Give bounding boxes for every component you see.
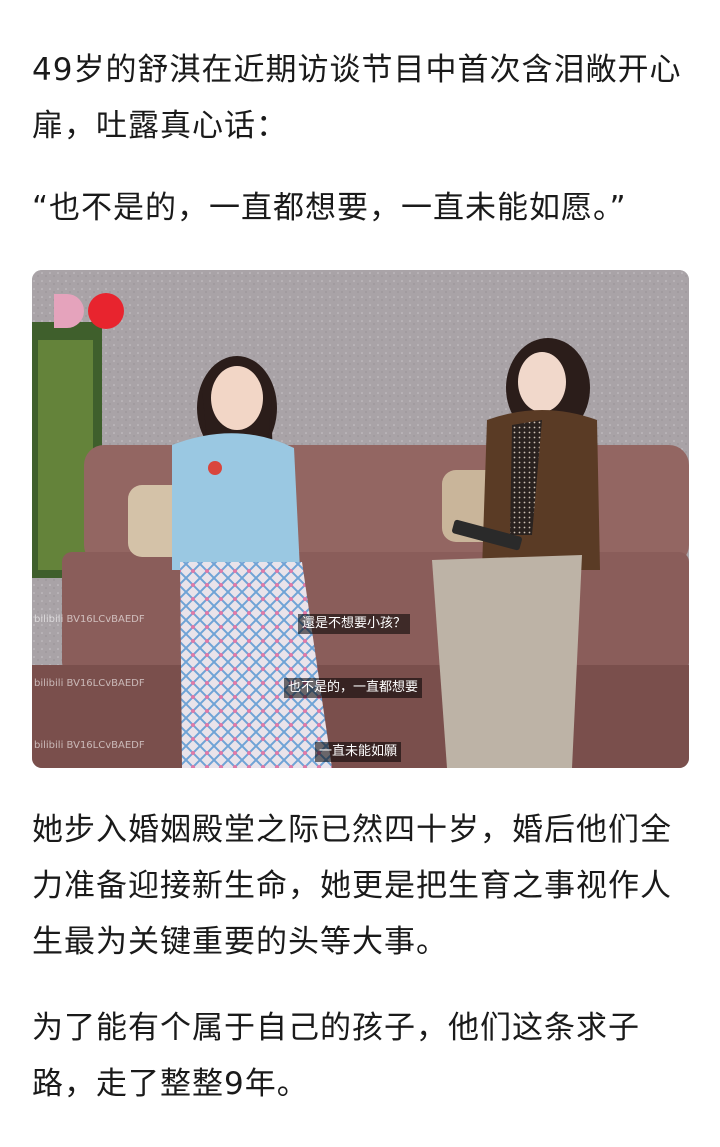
nine-years-paragraph: 为了能有个属于自己的孩子，他们这条求子路，走了整整9年。 — [32, 1010, 640, 1102]
video-watermark: bilibili BV16LCvBAEDF — [34, 678, 145, 689]
subtitle-caption: 一直未能如願 — [315, 742, 402, 762]
subtitle-caption: 也不是的，一直都想要 — [284, 678, 423, 698]
channel-logo — [54, 292, 126, 330]
interview-photo[interactable]: bilibili BV16LCvBAEDF bilibili BV16LCvBA… — [32, 270, 689, 768]
video-watermark: bilibili BV16LCvBAEDF — [34, 614, 145, 625]
quote-paragraph: “也不是的，一直都想要，一直未能如愿。” — [32, 190, 627, 226]
subtitle-caption: 還是不想要小孩？ — [298, 614, 411, 634]
video-watermark: bilibili BV16LCvBAEDF — [34, 740, 145, 751]
intro-paragraph: 49岁的舒淇在近期访谈节目中首次含泪敞开心扉，吐露真心话： — [32, 52, 682, 144]
marriage-paragraph: 她步入婚姻殿堂之际已然四十岁，婚后他们全力准备迎接新生命，她更是把生育之事视作人… — [32, 812, 672, 960]
